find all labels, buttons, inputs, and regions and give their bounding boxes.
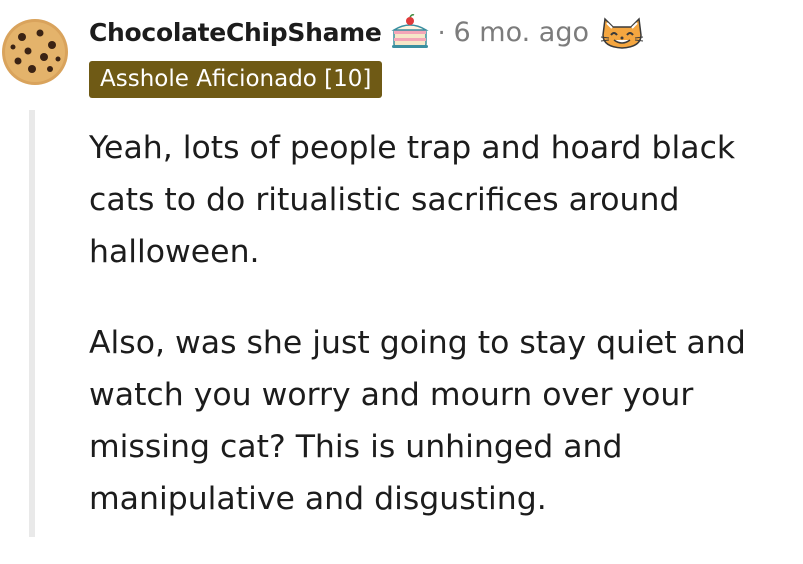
comment-header: ChocolateChipShame · 6 mo. ago <box>89 11 645 53</box>
cake-icon[interactable] <box>390 12 430 52</box>
avatar[interactable] <box>0 17 70 87</box>
cat-face-icon[interactable] <box>599 13 645 51</box>
timestamp[interactable]: 6 mo. ago <box>454 17 589 48</box>
comment-paragraph: Yeah, lots of people trap and hoard blac… <box>89 130 736 270</box>
comment-paragraph: Also, was she just going to stay quiet a… <box>89 325 746 517</box>
comment-body: Yeah, lots of people trap and hoard blac… <box>89 122 789 564</box>
username-link[interactable]: ChocolateChipShame <box>89 18 382 47</box>
user-flair: Asshole Aficionado [10] <box>89 61 383 98</box>
cookie-avatar-icon <box>2 19 68 85</box>
thread-collapse-line[interactable] <box>29 110 35 537</box>
meta-separator: · <box>437 17 446 47</box>
